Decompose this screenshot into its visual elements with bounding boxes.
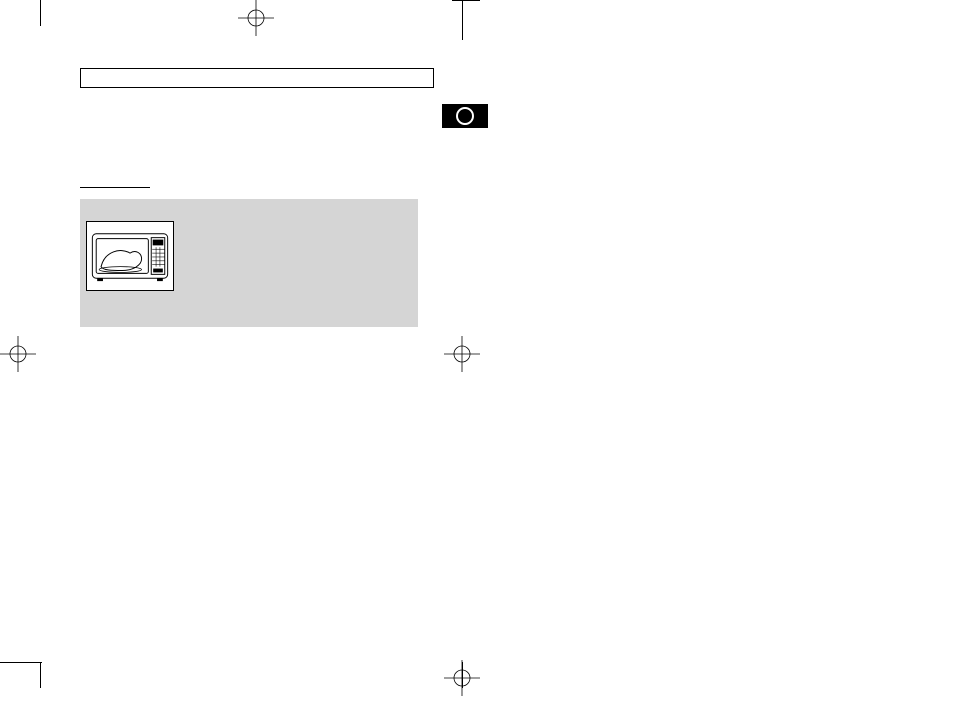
- document-page: [80, 68, 488, 327]
- registration-mark-middle: [444, 336, 480, 372]
- header-icon-row: [80, 104, 488, 128]
- registration-mark-top: [238, 0, 274, 36]
- crop-line: [452, 0, 480, 1]
- section-title-box: [80, 68, 434, 88]
- crop-line: [462, 662, 463, 688]
- crop-line: [40, 0, 41, 26]
- crop-line: [0, 662, 42, 663]
- microwave-illustration: [91, 228, 169, 284]
- subheading-underlined: [80, 174, 150, 188]
- example-panel: [80, 199, 418, 327]
- ring-icon: [456, 107, 474, 125]
- crop-line: [462, 0, 463, 40]
- registration-mark-left: [0, 336, 36, 372]
- microwave-illustration-frame: [86, 221, 174, 291]
- crop-line: [40, 662, 41, 688]
- mode-icon-box: [442, 104, 488, 128]
